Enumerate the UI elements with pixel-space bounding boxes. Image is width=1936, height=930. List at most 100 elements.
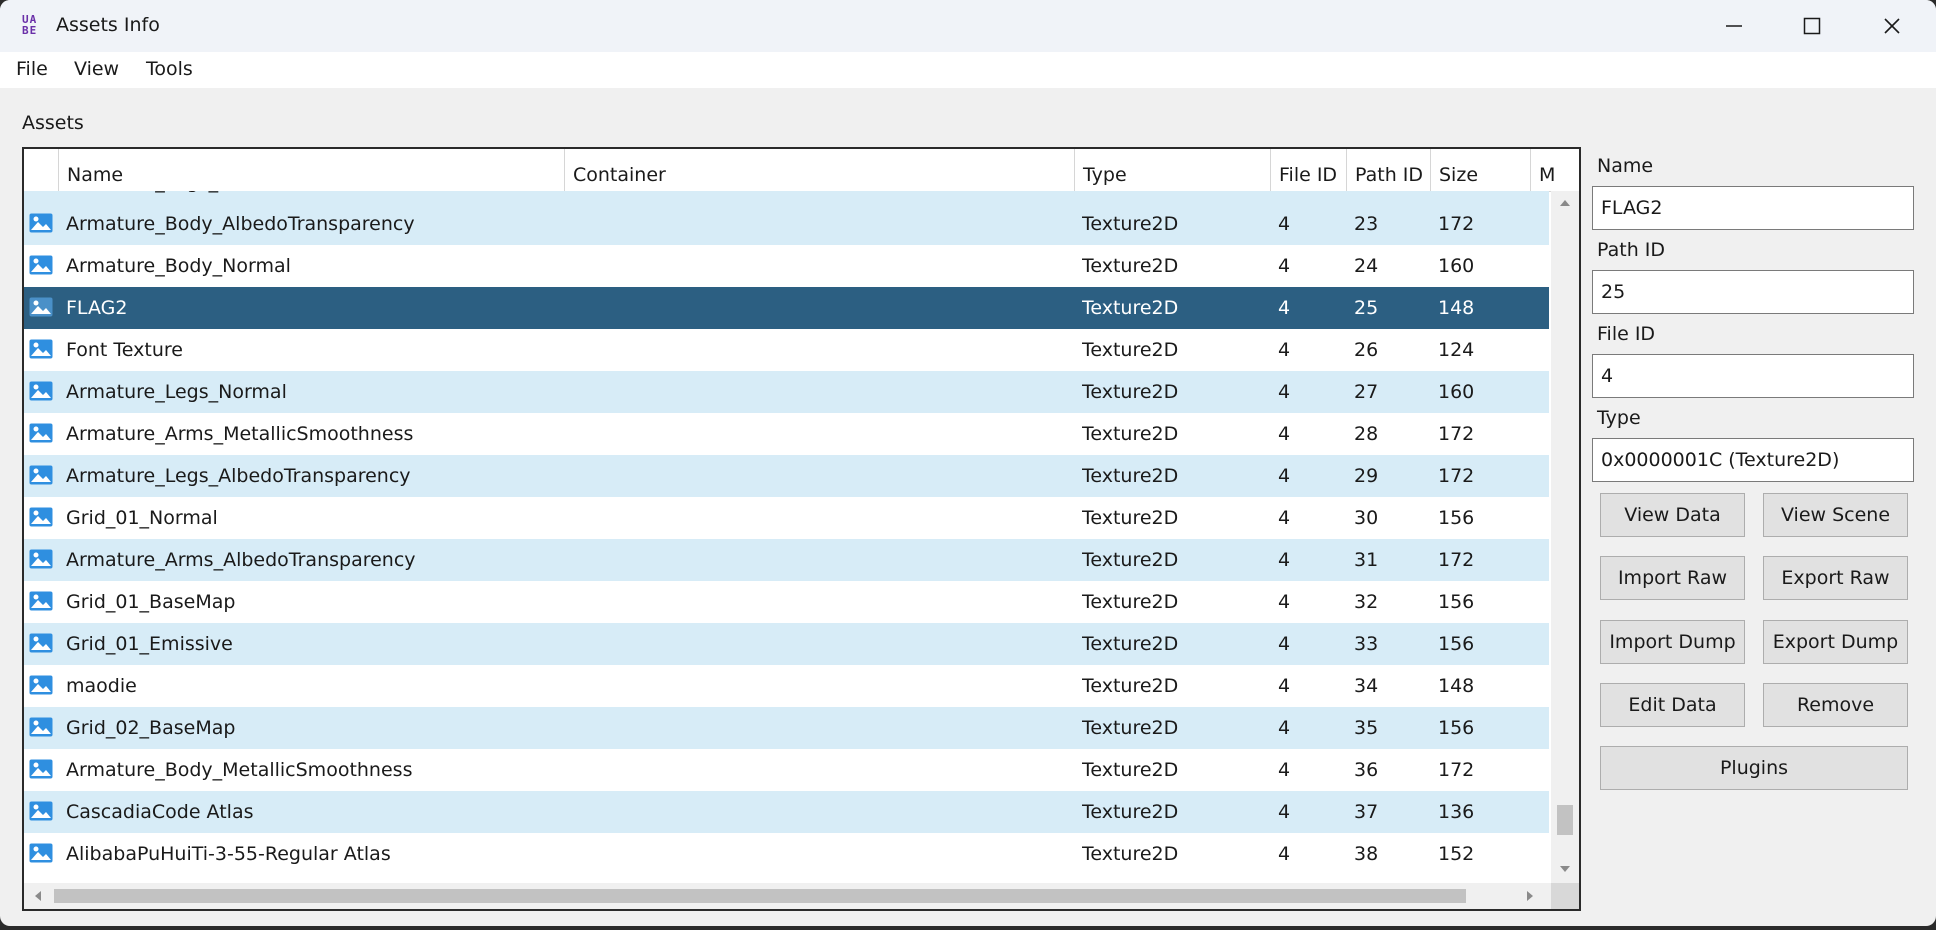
cell-file-id: 4 — [1278, 801, 1291, 823]
export-raw-button[interactable]: Export Raw — [1763, 556, 1908, 600]
menu-file[interactable]: File — [16, 58, 48, 80]
image-texture-icon — [29, 381, 53, 401]
column-header-container[interactable]: Container — [564, 149, 1074, 191]
path-id-field[interactable] — [1592, 270, 1914, 314]
cell-type: Texture2D — [1082, 759, 1179, 781]
scroll-right-icon[interactable] — [1526, 890, 1534, 902]
import-raw-button[interactable]: Import Raw — [1600, 556, 1745, 600]
path-id-label: Path ID — [1597, 239, 1666, 261]
table-row[interactable]: FLAG2 Texture2D 4 25 148 — [24, 287, 1549, 329]
cell-path-id: 35 — [1354, 717, 1379, 739]
scroll-left-icon[interactable] — [34, 890, 42, 902]
image-texture-icon — [29, 633, 53, 653]
remove-button[interactable]: Remove — [1763, 683, 1908, 727]
cell-name: Font Texture — [66, 339, 183, 361]
cell-size: 136 — [1438, 801, 1475, 823]
horizontal-scrollbar[interactable] — [24, 883, 1551, 909]
cell-path-id: 25 — [1354, 297, 1379, 319]
table-row[interactable]: Grid_02_BaseMap Texture2D 4 35 156 — [24, 707, 1549, 749]
cell-file-id: 4 — [1278, 759, 1291, 781]
table-row[interactable]: Grid_01_BaseMap Texture2D 4 32 156 — [24, 581, 1549, 623]
import-dump-button[interactable]: Import Dump — [1600, 620, 1745, 664]
cell-type: Texture2D — [1082, 465, 1179, 487]
plugins-button[interactable]: Plugins — [1600, 746, 1908, 790]
cell-type: Texture2D — [1082, 339, 1179, 361]
table-row[interactable]: Armature_Body_MetallicSmoothness Texture2… — [24, 749, 1549, 791]
cell-type: Texture2D — [1082, 191, 1178, 203]
image-texture-icon — [29, 255, 53, 275]
cell-type: Texture2D — [1082, 213, 1179, 235]
export-dump-button[interactable]: Export Dump — [1763, 620, 1908, 664]
cell-file-id: 4 — [1278, 507, 1291, 529]
image-texture-icon — [29, 507, 53, 527]
minimize-button[interactable] — [1694, 0, 1774, 52]
cell-type: Texture2D — [1082, 675, 1179, 697]
cell-size: 172 — [1438, 191, 1474, 203]
menu-tools[interactable]: Tools — [146, 58, 193, 80]
cell-path-id: 34 — [1354, 675, 1379, 697]
table-row[interactable]: CascadiaCode Atlas Texture2D 4 37 136 — [24, 791, 1549, 833]
table-row[interactable]: AlibabaPuHuiTi-3-55-Regular Atlas Texture… — [24, 833, 1549, 875]
image-texture-icon — [29, 717, 53, 737]
close-button[interactable] — [1852, 0, 1932, 52]
table-row[interactable]: Grid_01_Normal Texture2D 4 30 156 — [24, 497, 1549, 539]
cell-size: 156 — [1438, 507, 1475, 529]
cell-size: 148 — [1438, 297, 1475, 319]
cell-name: FLAG2 — [66, 297, 128, 319]
type-field[interactable] — [1592, 438, 1914, 482]
file-id-field[interactable] — [1592, 354, 1914, 398]
table-row[interactable]: maodie Texture2D 4 34 148 — [24, 665, 1549, 707]
scroll-up-icon[interactable] — [1559, 199, 1571, 207]
cell-file-id: 4 — [1278, 675, 1291, 697]
cell-path-id: 28 — [1354, 423, 1379, 445]
column-header-size[interactable]: Size — [1430, 149, 1530, 191]
table-row[interactable]: Font Texture Texture2D 4 26 124 — [24, 329, 1549, 371]
cell-type: Texture2D — [1082, 255, 1179, 277]
table-row[interactable]: Armature_Body_AlbedoTransparency Texture2… — [24, 203, 1549, 245]
cell-name: Armature_Body_MetallicSmoothness — [66, 759, 413, 781]
table-row[interactable]: Armature_Body_Normal Texture2D 4 24 160 — [24, 245, 1549, 287]
cell-file-id: 4 — [1278, 213, 1291, 235]
vertical-scroll-thumb[interactable] — [1557, 805, 1573, 835]
cell-path-id: 36 — [1354, 759, 1379, 781]
cell-name: Grid_02_BaseMap — [66, 717, 236, 739]
column-header-name[interactable]: Name — [58, 149, 564, 191]
cell-size: 156 — [1438, 591, 1475, 613]
column-header-m[interactable]: M — [1530, 149, 1579, 191]
maximize-button[interactable] — [1772, 0, 1852, 52]
menu-bar: File View Tools — [0, 52, 1936, 88]
table-row[interactable]: Armature_Arms_AlbedoTransparency Texture2… — [24, 539, 1549, 581]
column-header-file-id[interactable]: File ID — [1270, 149, 1346, 191]
cell-path-id: 26 — [1354, 339, 1379, 361]
edit-data-button[interactable]: Edit Data — [1600, 683, 1745, 727]
cell-path-id: 38 — [1354, 843, 1379, 865]
table-row[interactable]: Armature_Legs_AlbedoTransparency Texture2… — [24, 455, 1549, 497]
view-scene-button[interactable]: View Scene — [1763, 493, 1908, 537]
cell-file-id: 4 — [1278, 255, 1291, 277]
scroll-down-icon[interactable] — [1559, 865, 1571, 873]
cell-path-id: 24 — [1354, 255, 1379, 277]
maximize-icon — [1803, 17, 1821, 35]
cell-size: 172 — [1438, 465, 1475, 487]
table-row[interactable]: Grid_01_Emissive Texture2D 4 33 156 — [24, 623, 1549, 665]
image-texture-icon — [29, 675, 53, 695]
image-texture-icon — [29, 213, 53, 233]
vertical-scrollbar[interactable] — [1551, 191, 1579, 883]
horizontal-scroll-thumb[interactable] — [54, 889, 1466, 903]
table-row-partial[interactable]: Armature_Legs_MetallicSmoothness Texture… — [24, 191, 1549, 203]
type-label: Type — [1597, 407, 1641, 429]
menu-view[interactable]: View — [74, 58, 119, 80]
column-header-path-id[interactable]: Path ID — [1346, 149, 1430, 191]
title-bar: UA BE Assets Info — [0, 0, 1936, 52]
name-field[interactable] — [1592, 186, 1914, 230]
table-row[interactable]: Armature_Arms_MetallicSmoothness Texture2… — [24, 413, 1549, 455]
cell-file-id: 4 — [1278, 339, 1291, 361]
column-header-type[interactable]: Type — [1074, 149, 1270, 191]
image-texture-icon — [29, 423, 53, 443]
cell-type: Texture2D — [1082, 423, 1179, 445]
header-icon-column — [24, 149, 58, 191]
view-data-button[interactable]: View Data — [1600, 493, 1745, 537]
table-row[interactable]: Armature_Legs_Normal Texture2D 4 27 160 — [24, 371, 1549, 413]
cell-size: 172 — [1438, 213, 1475, 235]
minimize-icon — [1726, 25, 1742, 27]
